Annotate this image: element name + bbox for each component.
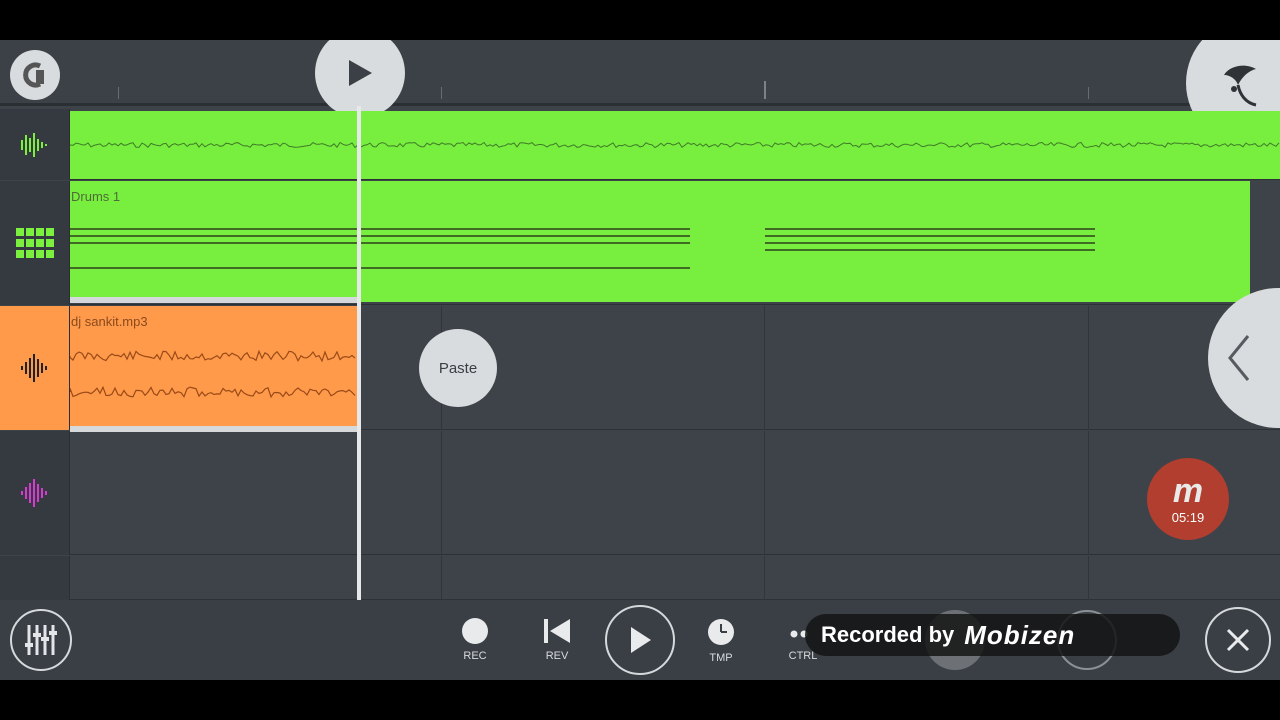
clock-icon <box>708 619 734 645</box>
playhead-line[interactable] <box>357 106 361 600</box>
track-header-3[interactable] <box>0 306 70 430</box>
back-button[interactable] <box>10 50 60 100</box>
ruler-tick <box>764 81 766 99</box>
recorded-by-watermark: Recorded by Mobizen <box>805 614 1180 656</box>
rev-button[interactable]: REV <box>532 618 582 662</box>
grid-line <box>764 556 765 600</box>
recorder-badge[interactable]: m 05:19 <box>1147 458 1229 540</box>
fl-exit-icon <box>23 62 44 88</box>
paste-label: Paste <box>438 359 478 377</box>
grid-line <box>1088 306 1089 430</box>
note-line <box>765 228 1095 230</box>
track-lane-2[interactable]: Drums 1 <box>70 181 1280 305</box>
grid-line <box>764 431 765 555</box>
audio-clip-mp3[interactable]: dj sankit.mp3 <box>70 306 357 430</box>
mixer-button[interactable] <box>10 609 72 671</box>
waveform-icon <box>20 354 47 382</box>
recorded-by-text: Recorded by <box>821 622 955 647</box>
drum-pads-icon <box>15 228 54 258</box>
tmp-label: TMP <box>709 652 733 664</box>
timeline-ruler[interactable] <box>0 40 1280 106</box>
rev-label: REV <box>545 650 569 662</box>
pattern-clip-drums[interactable]: Drums 1 <box>70 181 1250 302</box>
grid-line <box>1088 556 1089 600</box>
track-lane-1[interactable] <box>69 109 1280 180</box>
note-line <box>70 235 690 237</box>
ruler-tick <box>1088 87 1089 99</box>
note-line <box>70 267 690 269</box>
grid-line <box>764 306 765 430</box>
note-line <box>70 228 690 230</box>
note-line <box>765 235 1095 237</box>
play-button[interactable] <box>605 605 675 675</box>
skip-back-icon <box>544 619 570 643</box>
ruler-tick <box>441 87 442 99</box>
track-lane-5[interactable] <box>70 556 1280 600</box>
note-line <box>765 242 1095 244</box>
clip-waveform <box>69 141 1280 149</box>
tempo-button[interactable]: TMP <box>696 618 746 664</box>
mobizen-logo-icon: m <box>1172 471 1204 510</box>
rec-button[interactable]: REC <box>450 618 500 662</box>
clip-waveform <box>70 349 356 399</box>
track-header-5[interactable] <box>0 556 70 600</box>
close-button[interactable] <box>1205 607 1271 673</box>
paste-button[interactable]: Paste <box>419 329 497 407</box>
note-line <box>765 249 1095 251</box>
track-lane-4[interactable] <box>70 431 1280 555</box>
grid-line <box>441 431 442 555</box>
note-line <box>70 242 690 244</box>
record-icon <box>462 618 488 644</box>
ruler-tick <box>118 87 119 99</box>
grid-line <box>1088 431 1089 555</box>
mobizen-brand: Mobizen <box>964 619 1076 650</box>
track-header-1[interactable] <box>0 109 70 180</box>
track-header-4[interactable] <box>0 431 70 555</box>
audio-clip[interactable] <box>69 111 1280 179</box>
fruit-logo-icon <box>1224 65 1257 107</box>
recording-time: 05:19 <box>1171 509 1205 525</box>
track-header-2[interactable] <box>0 181 70 305</box>
waveform-icon <box>20 479 47 507</box>
clip-label: Drums 1 <box>71 189 121 204</box>
chevron-left-icon <box>1228 335 1250 381</box>
mixer-sliders-icon <box>25 625 57 655</box>
rec-label: REC <box>463 650 487 662</box>
clip-selection-bar <box>70 297 357 303</box>
play-icon <box>631 627 651 653</box>
waveform-icon <box>20 132 47 157</box>
play-icon <box>349 60 372 86</box>
fl-studio-mobile-playlist: Drums 1 dj sankit.mp3 Paste m 05:19 REC … <box>0 40 1280 680</box>
close-icon <box>1226 628 1250 652</box>
track-lane-3[interactable]: dj sankit.mp3 <box>70 306 1280 432</box>
grid-line <box>441 556 442 600</box>
